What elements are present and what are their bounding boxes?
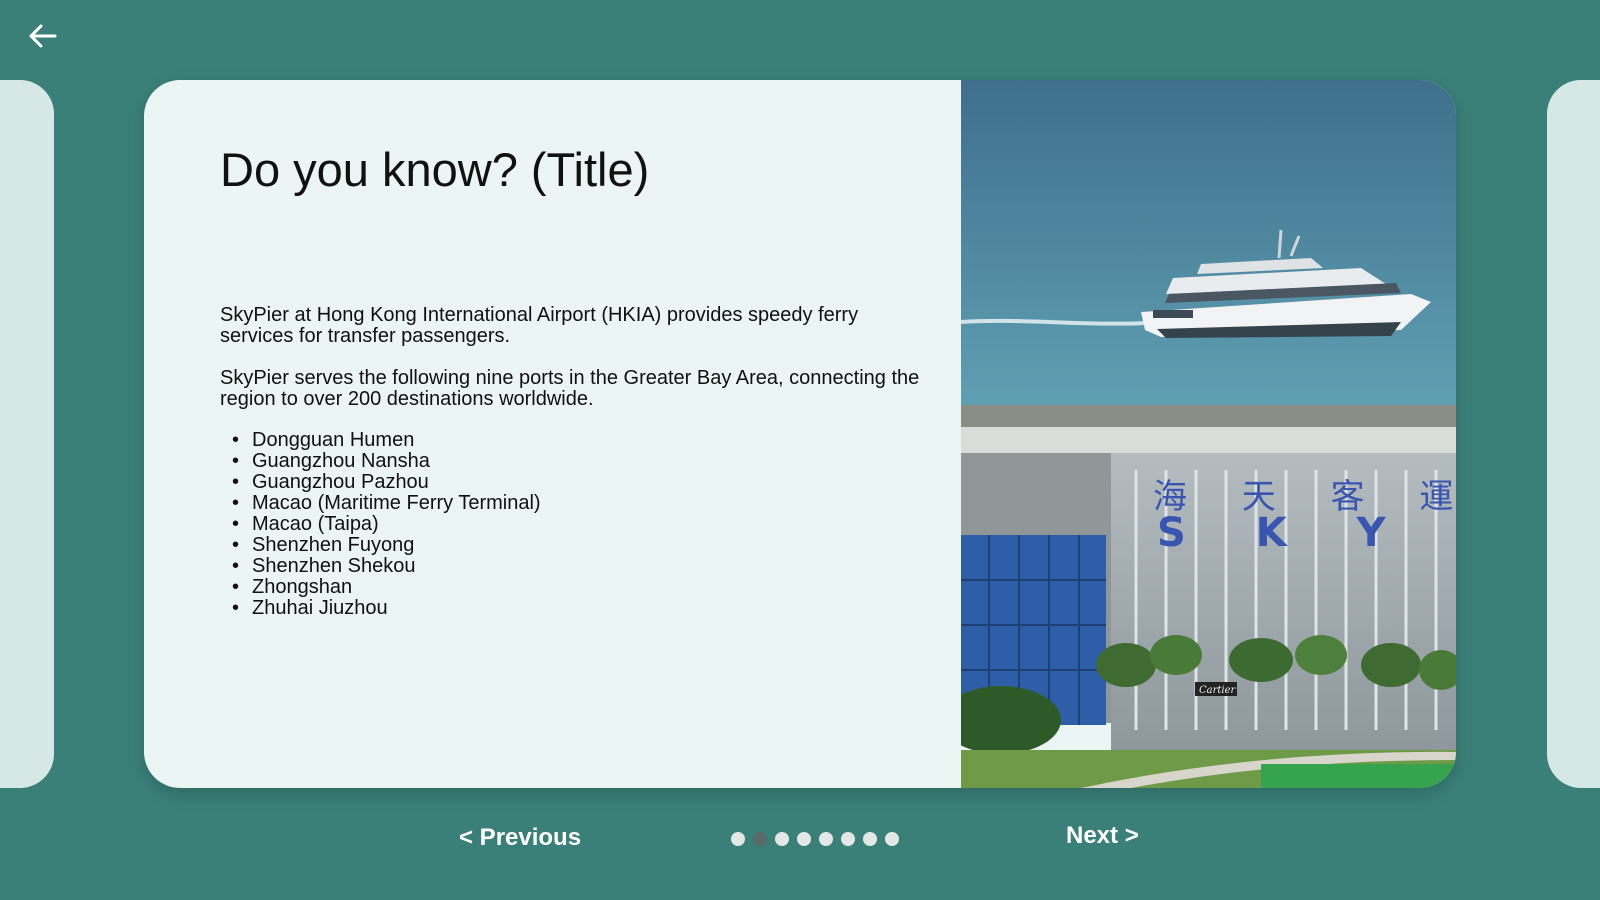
list-item: Guangzhou Nansha <box>220 451 541 473</box>
list-item: Zhuhai Jiuzhou <box>220 598 541 620</box>
list-item: Shenzhen Shekou <box>220 556 541 578</box>
list-item: Zhongshan <box>220 577 541 599</box>
pier-roof <box>961 427 1456 453</box>
list-item: Shenzhen Fuyong <box>220 535 541 557</box>
page-dot-4[interactable] <box>797 832 811 846</box>
page-dot-6[interactable] <box>841 832 855 846</box>
page-dot-3[interactable] <box>775 832 789 846</box>
list-item: Macao (Maritime Ferry Terminal) <box>220 493 541 515</box>
next-button[interactable]: Next > <box>1066 822 1139 850</box>
page-dot-8[interactable] <box>885 832 899 846</box>
list-item: Macao (Taipa) <box>220 514 541 536</box>
page-dot-1[interactable] <box>731 832 745 846</box>
previous-slide-peek[interactable] <box>0 80 54 788</box>
skypier-photo: 海 天 客 運 S K Y P Cartier <box>961 80 1456 788</box>
back-button[interactable] <box>24 18 60 54</box>
slide-paragraph-1: SkyPier at Hong Kong International Airpo… <box>220 304 859 347</box>
arrow-left-icon <box>29 24 57 48</box>
page-dot-5[interactable] <box>819 832 833 846</box>
ports-list: Dongguan Humen Guangzhou Nansha Guangzho… <box>220 430 541 620</box>
green-court <box>1261 764 1456 788</box>
page-dot-7[interactable] <box>863 832 877 846</box>
pagination-dots <box>731 832 899 846</box>
page-dot-2[interactable] <box>753 832 767 846</box>
list-item: Dongguan Humen <box>220 430 541 452</box>
pier-roof-edge <box>961 405 1456 427</box>
slide-title: Do you know? (Title) <box>220 143 650 196</box>
slide-paragraph-2: SkyPier serves the following nine ports … <box>220 367 920 410</box>
previous-button[interactable]: < Previous <box>459 824 581 852</box>
shop-sign: Cartier <box>1199 685 1237 696</box>
list-item: Guangzhou Pazhou <box>220 472 541 494</box>
sign-latin: S K Y P <box>1157 510 1456 556</box>
sea <box>961 80 1456 405</box>
slide-card: Do you know? (Title) SkyPier at Hong Kon… <box>144 80 1456 788</box>
next-slide-peek[interactable] <box>1547 80 1600 788</box>
